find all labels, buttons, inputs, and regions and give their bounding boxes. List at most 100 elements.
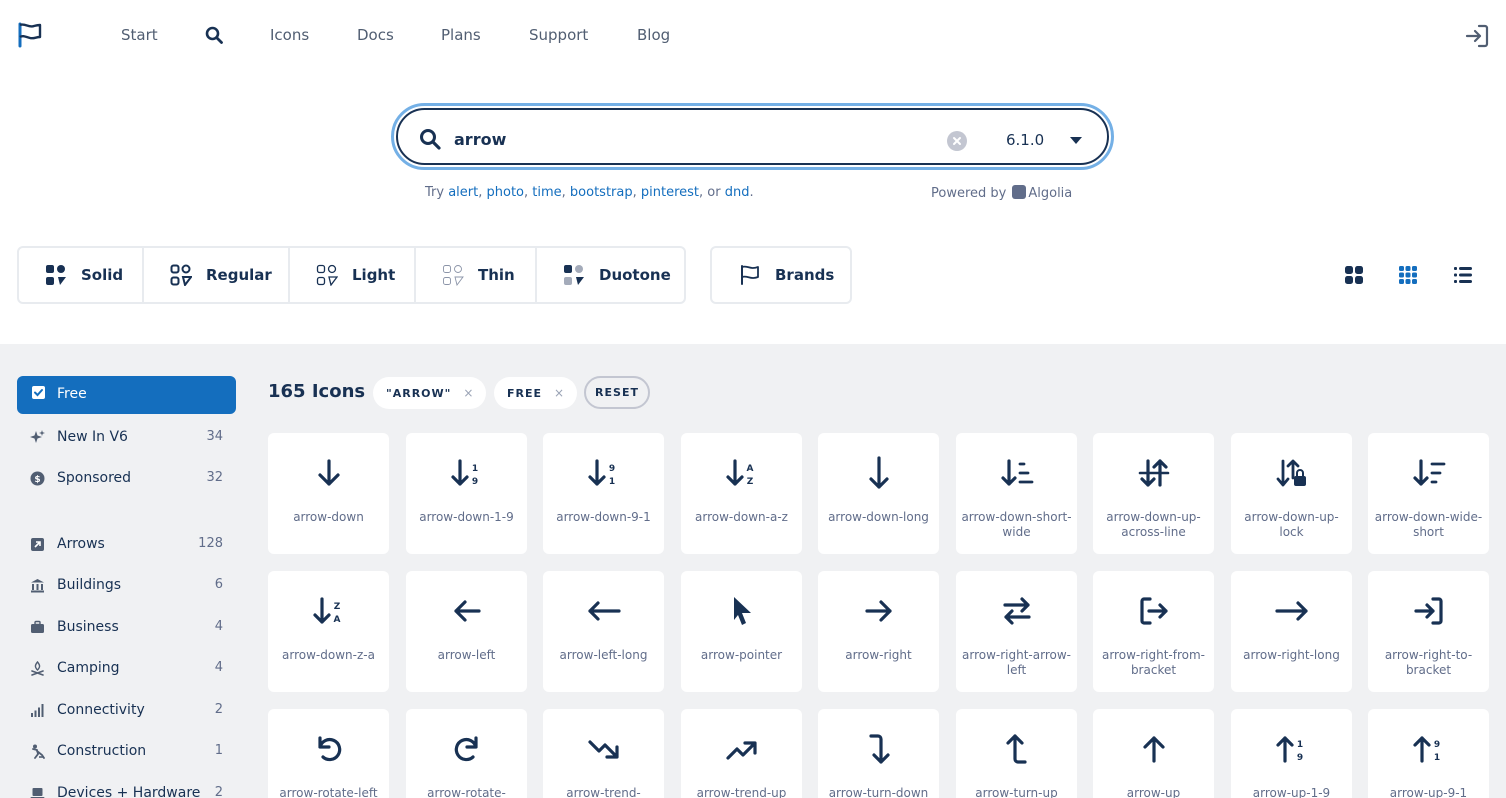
icon-card-arrow-down-long[interactable]: arrow-down-long (818, 433, 939, 554)
sidebar-item-buildings[interactable]: Buildings 6 (17, 575, 236, 599)
sidebar-item-connectivity[interactable]: Connectivity 2 (17, 700, 236, 724)
icon-card-arrow-down[interactable]: arrow-down (268, 433, 389, 554)
powered-by-label: Powered by (931, 186, 1007, 201)
search-input[interactable] (454, 124, 894, 154)
suggestion-bootstrap[interactable]: bootstrap (570, 185, 633, 200)
icon-card-arrow-up-1-9[interactable]: 1 9 arrow-up-1-9 (1231, 709, 1352, 798)
arrow-down-1-9-icon: 19 (451, 459, 478, 487)
suggestion-pinterest[interactable]: pinterest (641, 185, 699, 200)
icon-card-arrow-down-z-a[interactable]: Z Aarrow-down-z-a (268, 571, 389, 692)
version-select[interactable]: 6.1.0 (1006, 131, 1044, 149)
large-grid-view-icon[interactable] (1344, 265, 1364, 285)
icon-card-name: arrow-down-up-lock (1244, 510, 1339, 539)
arrow-up-icon (1143, 736, 1165, 763)
search-icon (420, 129, 441, 150)
small-grid-view-icon[interactable] (1398, 265, 1418, 285)
suggestion-photo[interactable]: photo (487, 185, 525, 200)
svg-text:Z: Z (334, 602, 341, 612)
svg-text:1: 1 (472, 464, 478, 474)
sign-in-icon[interactable] (1464, 23, 1490, 49)
close-icon[interactable]: × (554, 386, 564, 400)
style-regular-button[interactable]: Regular (144, 248, 290, 302)
sidebar-item-camping[interactable]: Camping 4 (17, 658, 236, 682)
flag-logo-icon[interactable] (18, 22, 42, 48)
icon-card-arrow-right-arrow-left[interactable]: arrow-right-arrow-left (956, 571, 1077, 692)
icon-card-arrow-turn-up[interactable]: arrow-turn-up (956, 709, 1077, 798)
icon-card-name: arrow-down-short-wide (961, 510, 1072, 539)
nav-icons-link[interactable]: Icons (270, 26, 309, 44)
icon-card-arrow-right[interactable]: arrow-right (818, 571, 939, 692)
list-view-icon[interactable] (1453, 265, 1473, 285)
arrow-down-up-lock-icon (1276, 459, 1306, 487)
nav-blog-link[interactable]: Blog (637, 26, 670, 44)
svg-text:9: 9 (472, 477, 478, 487)
nav-plans-link[interactable]: Plans (441, 26, 481, 44)
icon-card-arrow-down-up-across-line[interactable]: arrow-down-up-across-line (1093, 433, 1214, 554)
filter-chip-label: "ARROW" (386, 386, 452, 400)
icon-card-arrow-down-up-lock[interactable]: arrow-down-up-lock (1231, 433, 1352, 554)
icon-card-arrow-pointer[interactable]: arrow-pointer (681, 571, 802, 692)
icon-card-arrow-down-a-z[interactable]: A Zarrow-down-a-z (681, 433, 802, 554)
style-light-button[interactable]: Light (290, 248, 416, 302)
icon-card-arrow-rotate-[interactable]: arrow-rotate- (406, 709, 527, 798)
icon-card-name: arrow-down-up-across-line (1106, 510, 1201, 539)
filter-chip-free[interactable]: FREE × (494, 377, 578, 409)
icon-card-arrow-down-wide-short[interactable]: arrow-down-wide-short (1368, 433, 1489, 554)
sidebar-item-count: 4 (214, 660, 223, 675)
icon-card-arrow-right-long[interactable]: arrow-right-long (1231, 571, 1352, 692)
icon-card-arrow-left-long[interactable]: arrow-left-long (543, 571, 664, 692)
campfire-icon (31, 661, 44, 676)
sidebar-item-sponsored[interactable]: $ Sponsored 32 (17, 468, 236, 492)
sidebar-item-label: Construction (57, 743, 147, 759)
style-light-label: Light (352, 266, 396, 284)
sidebar-item-construction[interactable]: Construction 1 (17, 741, 236, 765)
brands-label: Brands (775, 266, 835, 284)
suggestion-time[interactable]: time (532, 185, 561, 200)
icon-card-name: arrow-left-long (559, 648, 648, 662)
icon-card-arrow-trend-up[interactable]: arrow-trend-up (681, 709, 802, 798)
style-thin-button[interactable]: Thin (416, 248, 537, 302)
nav-support-link[interactable]: Support (529, 26, 588, 44)
caret-down-icon[interactable] (1070, 137, 1082, 144)
icon-card-arrow-down-9-1[interactable]: 9 1 arrow-down-9-1 (543, 433, 664, 554)
icon-card-arrow-rotate-left[interactable]: arrow-rotate-left (268, 709, 389, 798)
nav-docs-link[interactable]: Docs (357, 26, 394, 44)
reset-filters-button[interactable]: RESET (584, 376, 650, 409)
icon-card-arrow-turn-down[interactable]: arrow-turn-down (818, 709, 939, 798)
style-solid-button[interactable]: Solid (19, 248, 144, 302)
icon-card-name: arrow-down-9-1 (556, 510, 651, 524)
svg-text:1: 1 (1434, 753, 1440, 763)
icon-card-arrow-up-9-1[interactable]: 9 1 arrow-up-9-1 (1368, 709, 1489, 798)
filter-chip-arrow[interactable]: "ARROW" × (373, 377, 487, 409)
icon-card-name: arrow-down-a-z (695, 510, 788, 524)
algolia-link[interactable]: Algolia (1028, 186, 1072, 201)
arrow-turn-up-icon (1006, 734, 1027, 764)
sparkles-icon (30, 430, 45, 443)
thin-style-icon (443, 265, 464, 286)
nav-start-link[interactable]: Start (121, 26, 158, 44)
suggestion-alert[interactable]: alert (448, 185, 478, 200)
svg-text:1: 1 (609, 477, 615, 487)
icon-card-arrow-up[interactable]: arrow-up (1093, 709, 1214, 798)
free-filter-toggle[interactable]: Free (17, 376, 236, 414)
arrow-up-9-1-icon: 91 (1413, 736, 1440, 763)
sidebar-item-arrows[interactable]: Arrows 128 (17, 534, 236, 558)
close-icon[interactable]: × (463, 386, 473, 400)
duotone-style-icon (564, 265, 584, 285)
svg-text:9: 9 (609, 464, 615, 474)
icon-card-arrow-right-from-bracket[interactable]: arrow-right-from-bracket (1093, 571, 1214, 692)
icon-card-arrow-left[interactable]: arrow-left (406, 571, 527, 692)
brands-button[interactable]: Brands (710, 246, 852, 304)
suggestion-dnd[interactable]: dnd (725, 185, 750, 200)
icon-card-arrow-trend-[interactable]: arrow-trend- (543, 709, 664, 798)
sidebar-item-business[interactable]: Business 4 (17, 617, 236, 641)
icon-card-arrow-down-1-9[interactable]: 1 9 arrow-down-1-9 (406, 433, 527, 554)
icon-card-arrow-right-to-bracket[interactable]: arrow-right-to-bracket (1368, 571, 1489, 692)
arrow-rotate--icon (454, 736, 478, 762)
style-duotone-button[interactable]: Duotone (537, 248, 684, 302)
sidebar-item-devices-hardware[interactable]: Devices + Hardware 2 (17, 783, 236, 798)
sidebar-item-new-in-v6[interactable]: New In V6 34 (17, 427, 236, 451)
search-icon[interactable] (205, 26, 223, 44)
clear-search-button[interactable] (947, 131, 967, 151)
icon-card-arrow-down-short-wide[interactable]: arrow-down-short-wide (956, 433, 1077, 554)
